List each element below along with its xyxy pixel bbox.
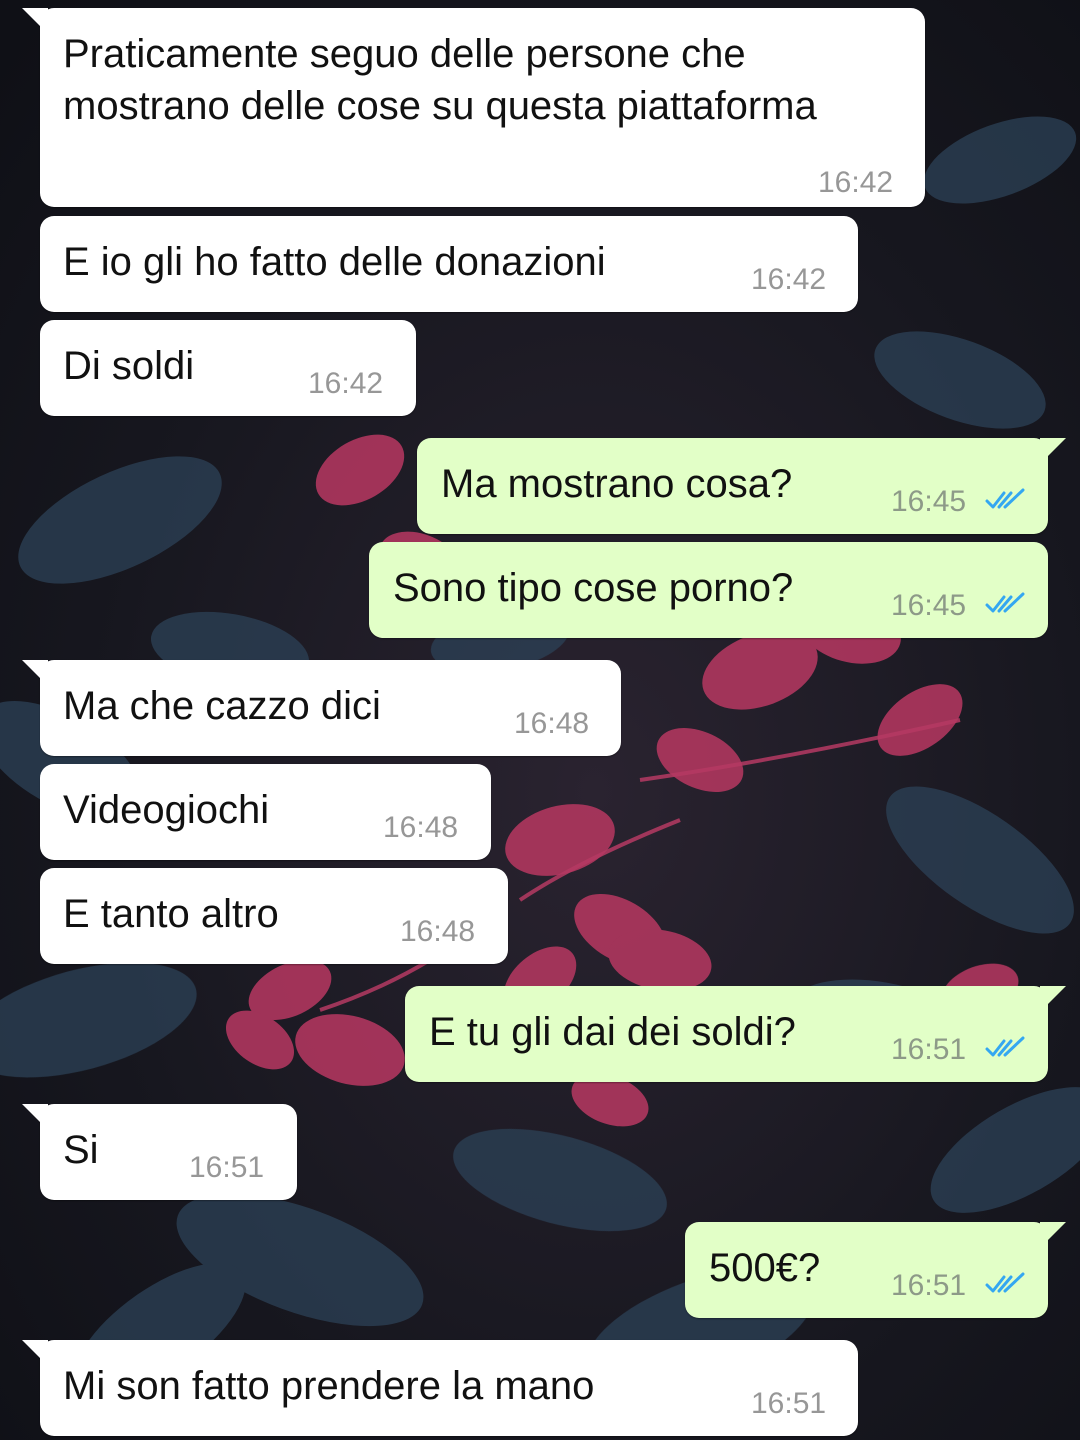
message-text: Sono tipo cose porno? — [393, 566, 794, 610]
message-text: E tu gli dai dei soldi? — [429, 1010, 796, 1054]
bubble-tail — [22, 1340, 48, 1366]
incoming-message[interactable]: Praticamente seguo delle persone che mos… — [22, 8, 925, 207]
outgoing-message[interactable]: E tu gli dai dei soldi? 16:51 — [405, 986, 1066, 1082]
outgoing-message[interactable]: Ma mostrano cosa? 16:45 — [417, 438, 1066, 534]
message-time: 16:42 — [308, 367, 384, 400]
message-text: E io gli ho fatto delle donazioni — [63, 240, 606, 284]
incoming-message[interactable]: Mi son fatto prendere la mano 16:51 — [22, 1340, 858, 1436]
double-check-icon — [985, 488, 1025, 509]
message-time: 16:48 — [514, 707, 590, 740]
message-time: 16:48 — [400, 915, 476, 948]
incoming-message[interactable]: E io gli ho fatto delle donazioni 16:42 — [40, 216, 858, 312]
message-time: 16:45 — [891, 589, 967, 622]
double-check-icon — [985, 1272, 1025, 1293]
incoming-message[interactable]: Ma che cazzo dici 16:48 — [22, 660, 621, 756]
bubble-tail — [1040, 1222, 1066, 1248]
bubble-tail — [22, 660, 48, 686]
message-text: 500€? — [709, 1246, 821, 1290]
message-time: 16:45 — [891, 485, 967, 518]
message-time: 16:51 — [891, 1269, 967, 1302]
message-time: 16:51 — [751, 1387, 827, 1420]
outgoing-message[interactable]: Sono tipo cose porno? 16:45 — [369, 542, 1048, 638]
message-text: E tanto altro — [63, 892, 279, 936]
bubble-tail — [22, 8, 48, 34]
incoming-message[interactable]: Si 16:51 — [22, 1104, 297, 1200]
bubble-tail — [22, 1104, 48, 1130]
message-list[interactable]: Praticamente seguo delle persone che mos… — [0, 0, 1080, 1440]
message-text: Praticamente seguo delle persone che mos… — [63, 32, 817, 128]
message-text: Di soldi — [63, 344, 195, 388]
message-text: Mi son fatto prendere la mano — [63, 1364, 595, 1408]
incoming-message[interactable]: Di soldi 16:42 — [40, 320, 416, 416]
bubble-tail — [1040, 438, 1066, 464]
outgoing-message[interactable]: 500€? 16:51 — [685, 1222, 1066, 1318]
message-text: Ma mostrano cosa? — [441, 462, 793, 506]
message-time: 16:51 — [189, 1151, 265, 1184]
incoming-message[interactable]: Videogiochi 16:48 — [40, 764, 491, 860]
double-check-icon — [985, 592, 1025, 613]
incoming-message[interactable]: E tanto altro 16:48 — [40, 868, 508, 964]
double-check-icon — [985, 1036, 1025, 1057]
bubble-tail — [1040, 986, 1066, 1012]
message-text: Ma che cazzo dici — [63, 684, 381, 728]
message-time: 16:51 — [891, 1033, 967, 1066]
message-time: 16:42 — [818, 166, 894, 199]
message-text: Si — [63, 1128, 99, 1172]
message-time: 16:42 — [751, 263, 827, 296]
message-text: Videogiochi — [63, 788, 270, 832]
message-time: 16:48 — [383, 811, 459, 844]
